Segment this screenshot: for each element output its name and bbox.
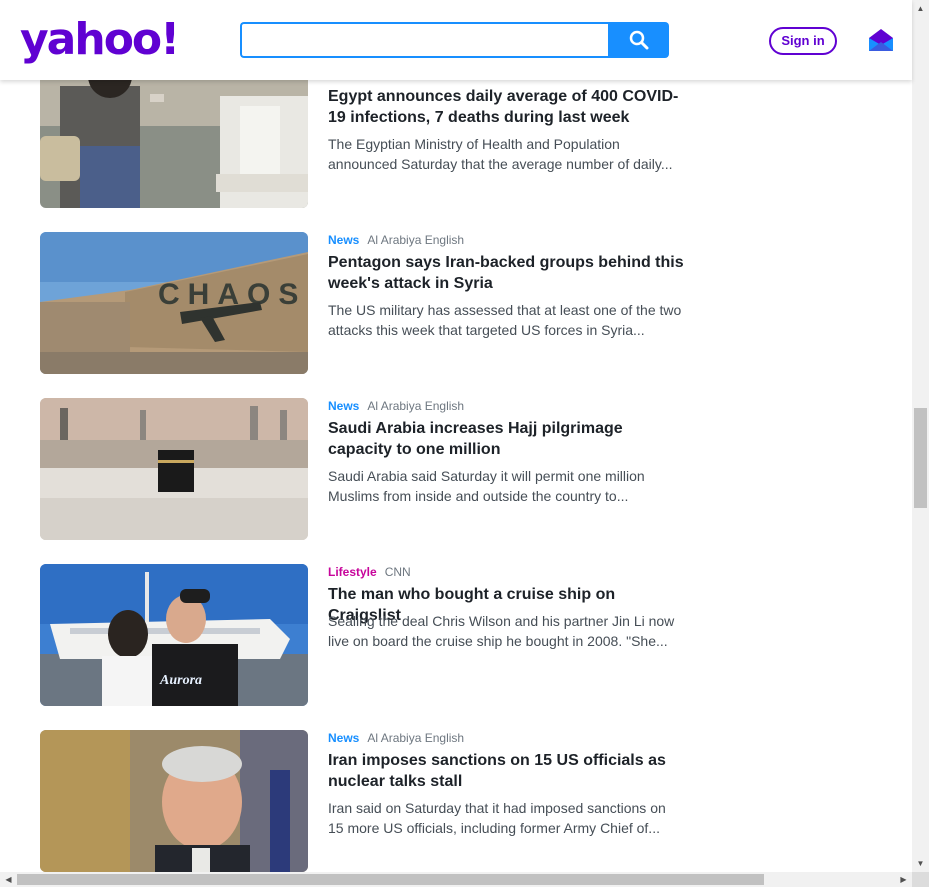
category-label[interactable]: News — [328, 233, 359, 247]
list-item[interactable]: News Al Arabiya English Saudi Arabia incr… — [40, 398, 700, 540]
category-label[interactable]: Lifestyle — [328, 565, 377, 579]
article-meta: Lifestyle CNN — [328, 564, 411, 580]
search-icon — [629, 30, 648, 50]
source-label: Al Arabiya English — [367, 399, 465, 413]
sign-in-button[interactable]: Sign in — [769, 27, 837, 55]
official-portrait-photo — [40, 730, 308, 872]
article-summary: The Egyptian Ministry of Health and Popu… — [328, 136, 673, 172]
top-header: yahoo! Sign in — [0, 0, 912, 80]
category-label[interactable]: News — [328, 731, 359, 745]
vaccination-photo — [40, 66, 308, 208]
vertical-scrollbar[interactable]: ▲ ▼ — [912, 0, 929, 872]
article-headline[interactable]: Saudi Arabia increases Hajj pilgrimage c… — [328, 418, 684, 460]
source-label: CNN — [384, 565, 411, 579]
article-thumbnail[interactable]: Aurora — [40, 564, 308, 706]
article-meta: News Al Arabiya English — [328, 232, 464, 248]
vertical-scroll-thumb[interactable] — [914, 408, 927, 508]
mail-icon — [869, 29, 893, 51]
search-input[interactable] — [240, 22, 618, 58]
article-summary: Sealing the deal Chris Wilson and his pa… — [328, 613, 675, 649]
list-item[interactable]: CHAOS News Al Arabiya English Pentagon sa… — [40, 232, 700, 374]
article-headline[interactable]: Pentagon says Iran-backed groups behind … — [328, 252, 684, 294]
horizontal-scrollbar[interactable]: ◀ ▶ — [0, 872, 912, 887]
article-thumbnail[interactable] — [40, 730, 308, 872]
article-thumbnail[interactable] — [40, 66, 308, 208]
article-meta: News Al Arabiya English — [328, 398, 464, 414]
article-meta: News Al Arabiya English — [328, 730, 464, 746]
hajj-photo — [40, 398, 308, 540]
search-button[interactable] — [608, 22, 669, 58]
article-summary: Iran said on Saturday that it had impose… — [328, 800, 666, 836]
scroll-left-arrow-icon[interactable]: ◀ — [0, 872, 17, 887]
source-label: Al Arabiya English — [367, 233, 465, 247]
scroll-up-arrow-icon[interactable]: ▲ — [912, 0, 929, 17]
cruise-ship-photo: Aurora — [40, 564, 308, 706]
yahoo-logo[interactable]: yahoo! — [20, 14, 180, 66]
chaos-wall-photo: CHAOS — [40, 232, 308, 374]
list-item[interactable]: News Al Arabiya English Iran imposes sanc… — [40, 730, 700, 872]
article-headline[interactable]: Iran imposes sanctions on 15 US official… — [328, 750, 684, 792]
list-item[interactable]: Aurora Lifestyle CNN The man who bought a… — [40, 564, 700, 706]
scroll-down-arrow-icon[interactable]: ▼ — [912, 855, 929, 872]
article-headline[interactable]: Egypt announces daily average of 400 COV… — [328, 86, 684, 128]
source-label: Al Arabiya English — [367, 731, 465, 745]
news-stream: Egypt announces daily average of 400 COV… — [0, 0, 912, 872]
svg-text:Aurora: Aurora — [159, 673, 202, 688]
scrollbar-corner — [912, 872, 929, 887]
category-label[interactable]: News — [328, 399, 359, 413]
list-item[interactable]: Egypt announces daily average of 400 COV… — [40, 66, 700, 208]
horizontal-scroll-thumb[interactable] — [17, 874, 764, 885]
article-thumbnail[interactable]: CHAOS — [40, 232, 308, 374]
mail-button[interactable] — [868, 28, 894, 52]
article-summary: The US military has assessed that at lea… — [328, 302, 682, 338]
article-thumbnail[interactable] — [40, 398, 308, 540]
scroll-right-arrow-icon[interactable]: ▶ — [895, 872, 912, 887]
search-bar — [240, 22, 669, 58]
article-summary: Saudi Arabia said Saturday it will permi… — [328, 468, 645, 504]
